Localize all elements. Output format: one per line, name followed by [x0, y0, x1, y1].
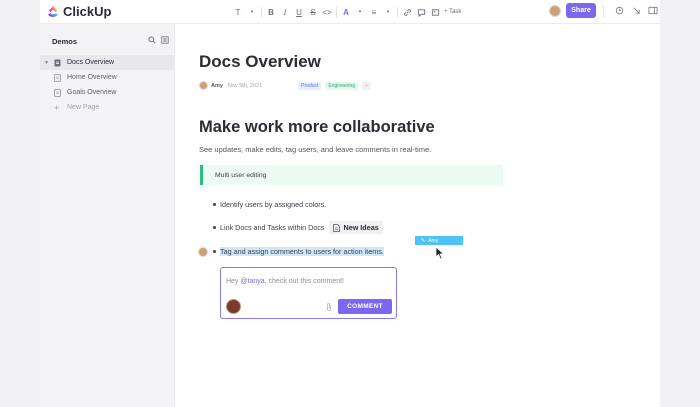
author-name: Amy [211, 82, 223, 89]
plus-icon: + [54, 102, 60, 113]
image-icon[interactable] [430, 6, 440, 18]
mention-tag[interactable]: @tanya [240, 278, 264, 285]
pencil-icon: ✎ [421, 237, 426, 244]
chevron-down-icon[interactable]: ▾ [383, 6, 393, 18]
doc-content: Docs Overview Amy Nov 5th, 2021 Product … [175, 24, 660, 407]
bullet-dot [213, 203, 216, 206]
app-name: ClickUp [63, 4, 112, 19]
top-right-actions: Share [549, 3, 660, 18]
sidebar-item-label: Home Overview [67, 74, 117, 81]
sidebar-item-goals-overview[interactable]: Goals Overview [40, 85, 174, 100]
avatar[interactable] [199, 81, 208, 90]
text-color-button[interactable]: A [341, 6, 351, 18]
toolbar-divider [261, 7, 262, 17]
sidebar-item-docs-overview[interactable]: ▼ Docs Overview [40, 55, 174, 70]
chevron-down-icon[interactable]: ▾ [355, 6, 365, 18]
collapse-sidebar-icon[interactable] [161, 36, 171, 46]
sidebar-title: Demos [52, 37, 78, 46]
underline-button[interactable]: U [294, 6, 304, 18]
search-icon[interactable] [148, 36, 158, 46]
toolbar-divider [336, 7, 337, 17]
avatar [226, 299, 241, 314]
clickup-logo[interactable]: ClickUp [46, 4, 111, 19]
add-tag-button[interactable]: + [362, 81, 372, 90]
sidebar-item-label: Goals Overview [67, 89, 117, 96]
clickup-logo-icon [48, 5, 58, 17]
collapse-icon[interactable] [629, 4, 643, 18]
doc-meta: Amy Nov 5th, 2021 Product Engineering + [199, 81, 372, 90]
avatar[interactable] [549, 4, 561, 17]
clock-icon[interactable] [612, 4, 626, 18]
linked-doc-chip[interactable]: New Ideas [328, 221, 383, 234]
mouse-cursor-icon [435, 246, 445, 260]
comment-button[interactable]: COMMENT [338, 299, 392, 314]
top-bar: ClickUp T ▾ B I U S <> A ▾ ≡ ▾ + Task Sh… [40, 0, 660, 24]
comment-icon[interactable] [416, 6, 426, 18]
caret-down-icon[interactable]: ▼ [44, 60, 50, 66]
list-item-text-highlighted: Tag and assign comments to users for act… [220, 247, 384, 256]
page-icon [54, 73, 61, 82]
link-icon[interactable] [402, 6, 412, 18]
list-item[interactable]: Identify users by assigned colors. [213, 200, 326, 209]
toolbar-divider [603, 4, 604, 17]
doc-icon [54, 59, 61, 67]
comment-suffix: , check out this comment! [264, 278, 345, 285]
section-heading[interactable]: Make work more collaborative [199, 118, 435, 137]
new-page-label: New Page [67, 104, 100, 111]
callout-block[interactable]: Multi user editing [200, 165, 503, 185]
sidebar-item-home-overview[interactable]: Home Overview [40, 70, 174, 85]
section-subtitle[interactable]: See updates, make edits, tag users, and … [199, 145, 431, 154]
add-task-button[interactable]: + Task [444, 6, 461, 18]
attachment-icon[interactable] [325, 302, 333, 312]
cursor-user-name: Amy [428, 237, 439, 244]
toolbar-divider [397, 7, 398, 17]
bold-button[interactable]: B [266, 6, 276, 18]
page-title[interactable]: Docs Overview [199, 52, 321, 72]
new-page-button[interactable]: + New Page [40, 100, 174, 115]
collaborator-avatar[interactable] [198, 247, 208, 257]
share-button[interactable]: Share [566, 3, 596, 18]
sidebar: Demos ▼ Docs Overview Home Overview Goal… [40, 24, 175, 407]
comment-prefix: Hey [226, 278, 241, 285]
list-item-text: Identify users by assigned colors. [220, 200, 327, 209]
collaborator-cursor-label: ✎ Amy [415, 236, 463, 245]
strikethrough-button[interactable]: S [308, 6, 318, 18]
code-button[interactable]: <> [322, 6, 332, 18]
format-toolbar: T ▾ B I U S <> A ▾ ≡ ▾ + Task [233, 6, 465, 18]
list-item[interactable]: Tag and assign comments to users for act… [213, 247, 384, 256]
align-button[interactable]: ≡ [369, 6, 379, 18]
bullet-dot [213, 226, 216, 229]
sidebar-item-label: Docs Overview [67, 59, 115, 66]
comment-box[interactable]: Hey @tanya, check out this comment! COMM… [220, 267, 397, 319]
italic-button[interactable]: I [280, 6, 290, 18]
chevron-down-icon[interactable]: ▾ [247, 6, 257, 18]
page-icon [54, 88, 61, 97]
comment-input[interactable]: Hey @tanya, check out this comment! [226, 278, 344, 285]
linked-doc-label: New Ideas [343, 223, 379, 232]
list-item[interactable]: Link Docs and Tasks within Docs New Idea… [213, 221, 383, 234]
tag-engineering[interactable]: Engineering [325, 81, 359, 90]
sidebar-tools [148, 36, 174, 46]
sidebar-toggle-icon[interactable] [646, 4, 660, 18]
text-style-button[interactable]: T [233, 6, 243, 18]
bullet-dot [213, 250, 216, 253]
list-item-text: Link Docs and Tasks within Docs [220, 223, 325, 232]
tag-product[interactable]: Product [298, 81, 322, 90]
doc-icon [332, 223, 340, 232]
callout-text: Multi user editing [215, 171, 267, 179]
doc-date: Nov 5th, 2021 [227, 82, 263, 89]
